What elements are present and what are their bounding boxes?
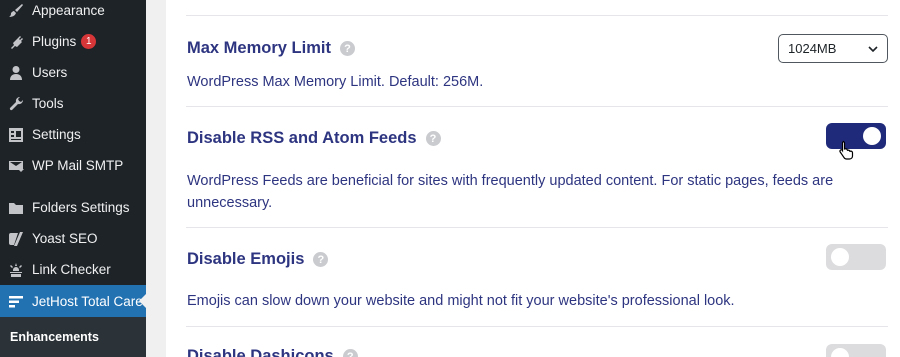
sidebar-item-yoast-seo[interactable]: Yoast SEO	[0, 223, 146, 254]
help-icon[interactable]: ?	[425, 131, 441, 146]
submenu: Enhancements	[0, 317, 146, 357]
setting-title-text: Disable RSS and Atom Feeds	[187, 129, 417, 147]
folder-icon	[8, 200, 24, 216]
help-icon[interactable]: ?	[342, 349, 358, 357]
divider	[186, 326, 888, 327]
sidebar-item-label: Settings	[32, 127, 81, 142]
disable-dashicons-toggle[interactable]	[826, 344, 886, 357]
sidebar-item-tools[interactable]: Tools	[0, 88, 146, 119]
setting-title-text: Disable Dashicons	[187, 347, 334, 357]
setting-title-max-memory: Max Memory Limit ?	[187, 39, 355, 58]
sidebar-item-folders-settings[interactable]: Folders Settings	[0, 192, 146, 223]
sidebar-item-jethost-total-care[interactable]: JetHost Total Care	[0, 285, 147, 317]
setting-description-disable-emojis: Emojis can slow down your website and mi…	[187, 293, 735, 309]
link-checker-icon	[8, 262, 24, 278]
admin-sidebar: Appearance Plugins 1 Users Tools Setting…	[0, 0, 147, 357]
disable-rss-toggle[interactable]	[826, 123, 886, 149]
setting-description-max-memory: WordPress Max Memory Limit. Default: 256…	[187, 74, 484, 90]
update-count-badge: 1	[81, 34, 97, 49]
select-value: 1024MB	[788, 41, 837, 56]
user-icon	[8, 65, 24, 81]
paintbrush-icon	[8, 3, 24, 19]
mail-icon	[8, 158, 24, 174]
sidebar-item-link-checker[interactable]: Link Checker	[0, 254, 146, 285]
sidebar-item-plugins[interactable]: Plugins 1	[0, 26, 146, 57]
sidebar-item-label: Folders Settings	[32, 200, 130, 215]
max-memory-select[interactable]: 1024MB	[778, 34, 888, 63]
sidebar-item-settings[interactable]: Settings	[0, 119, 146, 150]
divider	[186, 15, 888, 16]
sidebar-item-label: Appearance	[32, 3, 105, 18]
setting-title-disable-dashicons: Disable Dashicons ?	[187, 347, 358, 357]
hand-cursor-icon	[839, 140, 854, 160]
toggle-knob	[863, 127, 881, 145]
sidebar-item-appearance[interactable]: Appearance	[0, 0, 146, 26]
active-menu-arrow	[139, 293, 147, 309]
help-icon[interactable]: ?	[339, 41, 355, 56]
sidebar-item-label: WP Mail SMTP	[32, 158, 124, 173]
sidebar-item-label: Yoast SEO	[32, 231, 98, 246]
wrench-icon	[8, 96, 24, 112]
setting-title-text: Disable Emojis	[187, 250, 305, 268]
divider	[186, 227, 888, 228]
settings-panel: Max Memory Limit ? 1024MB WordPress Max …	[166, 0, 900, 357]
setting-title-disable-rss: Disable RSS and Atom Feeds ?	[187, 129, 441, 148]
toggle-knob	[831, 248, 849, 266]
sidebar-item-label: Tools	[32, 96, 64, 111]
sidebar-item-label: Plugins	[32, 34, 77, 49]
chevron-down-icon	[868, 46, 878, 53]
setting-title-text: Max Memory Limit	[187, 39, 331, 57]
jethost-icon	[8, 293, 24, 309]
setting-description-disable-rss: WordPress Feeds are beneficial for sites…	[187, 173, 834, 211]
sidebar-item-users[interactable]: Users	[0, 57, 146, 88]
help-icon[interactable]: ?	[313, 252, 329, 267]
sidebar-item-label: JetHost Total Care	[32, 293, 143, 309]
sidebar-item-wp-mail-smtp[interactable]: WP Mail SMTP	[0, 150, 146, 181]
yoast-icon	[8, 231, 24, 247]
settings-icon	[8, 127, 24, 143]
disable-emojis-toggle[interactable]	[826, 244, 886, 270]
sidebar-item-label: Link Checker	[32, 262, 111, 277]
submenu-item-enhancements[interactable]: Enhancements	[10, 330, 99, 344]
divider	[186, 106, 888, 107]
toggle-knob	[831, 348, 849, 357]
plugin-icon	[8, 34, 24, 50]
sidebar-item-label: Users	[32, 65, 68, 80]
setting-title-disable-emojis: Disable Emojis ?	[187, 250, 329, 269]
